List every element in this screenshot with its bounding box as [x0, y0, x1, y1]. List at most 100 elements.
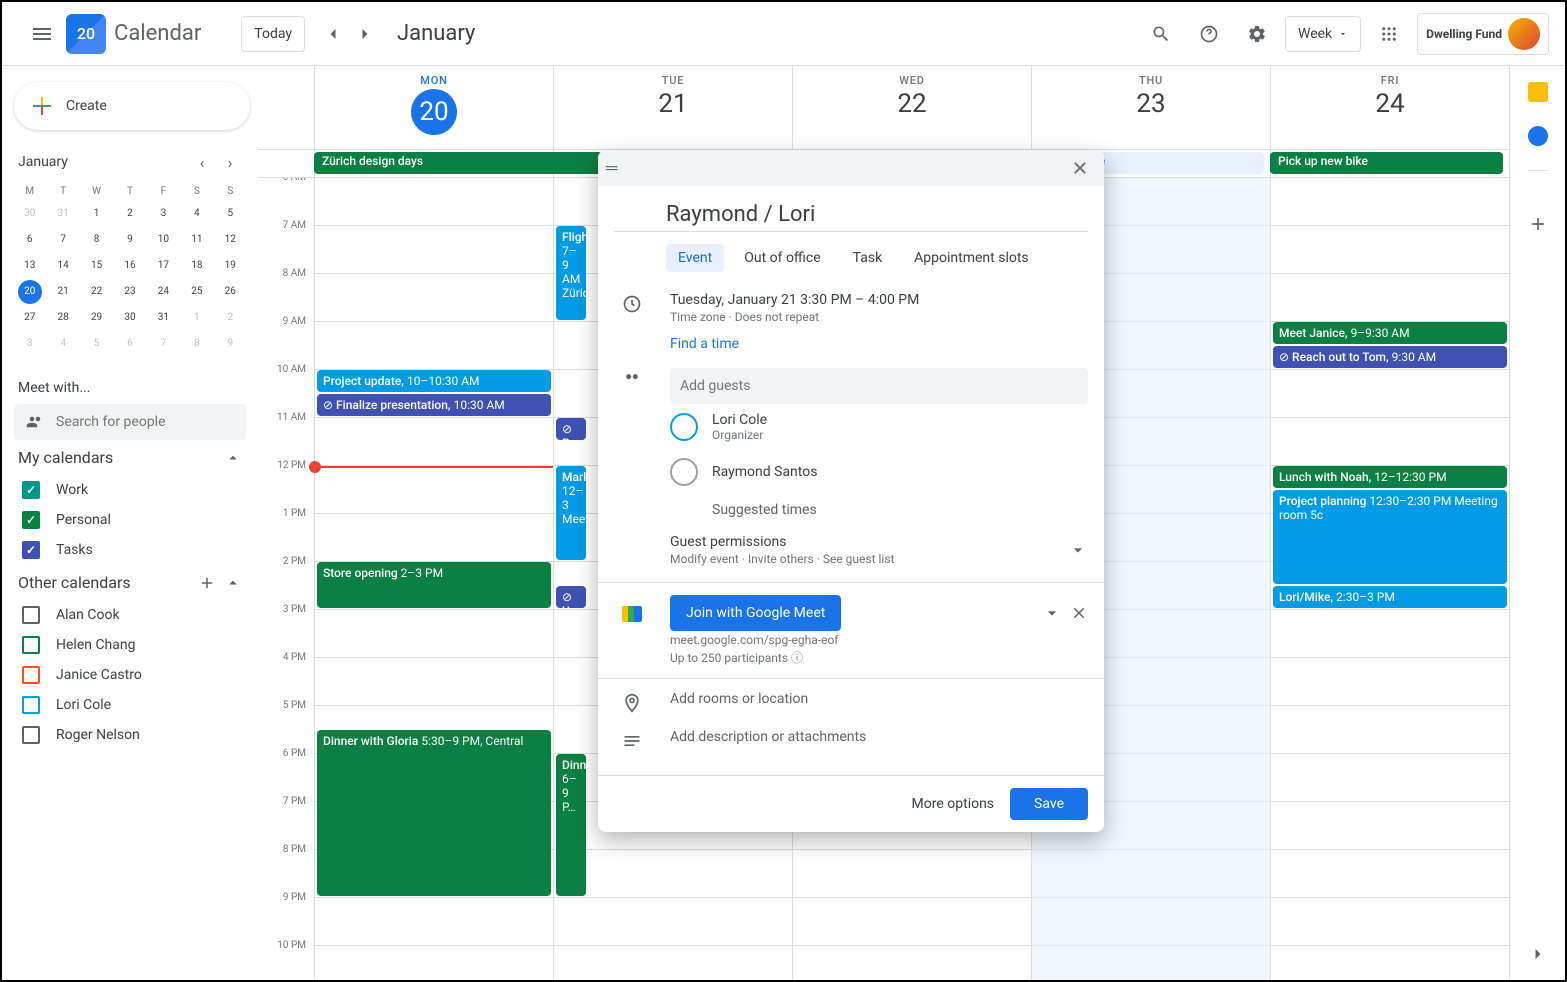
mini-day[interactable]: 30 — [118, 306, 142, 330]
mini-day[interactable]: 15 — [85, 254, 109, 278]
mini-day[interactable]: 31 — [151, 306, 175, 330]
event-title-input[interactable] — [614, 202, 1088, 232]
mini-day[interactable]: 25 — [185, 280, 209, 304]
calendar-checkbox[interactable] — [22, 636, 40, 654]
tasks-icon[interactable] — [1528, 126, 1548, 146]
mini-day[interactable]: 31 — [51, 202, 75, 226]
mini-day[interactable]: 17 — [151, 254, 175, 278]
drag-handle-icon[interactable]: ═ — [606, 158, 617, 178]
mini-day[interactable]: 4 — [51, 332, 75, 356]
mini-day[interactable]: 2 — [218, 306, 242, 330]
day-column[interactable]: Meet Janice, 9–9:30 AM⊘ Reach out to Tom… — [1270, 178, 1509, 980]
add-addon-icon[interactable] — [1528, 214, 1548, 234]
mini-next-button[interactable]: › — [218, 150, 242, 174]
day-header[interactable]: TUE21 — [553, 66, 792, 149]
event-tz-repeat[interactable]: Time zone · Does not repeat — [670, 310, 1088, 324]
org-account-badge[interactable]: Dwelling Fund — [1417, 13, 1549, 55]
chevron-right-icon[interactable] — [1528, 944, 1548, 964]
keep-icon[interactable] — [1528, 82, 1548, 102]
calendar-event[interactable]: Dinner with Gloria 5:30–9 PM, Central — [317, 730, 551, 896]
my-calendars-toggle[interactable]: My calendars — [10, 440, 250, 475]
event-type-tab[interactable]: Task — [841, 244, 895, 272]
help-icon[interactable] — [1189, 14, 1229, 54]
calendar-item[interactable]: Personal — [18, 505, 242, 535]
more-options-link[interactable]: More options — [912, 796, 995, 812]
join-meet-button[interactable]: Join with Google Meet — [670, 595, 841, 631]
main-menu-button[interactable] — [18, 10, 66, 58]
mini-day[interactable]: 3 — [151, 202, 175, 226]
event-type-tab[interactable]: Event — [666, 244, 724, 272]
add-location-field[interactable]: Add rooms or location — [670, 691, 1088, 713]
mini-day[interactable]: 5 — [85, 332, 109, 356]
mini-day[interactable]: 1 — [85, 202, 109, 226]
chevron-down-icon[interactable] — [1068, 540, 1088, 560]
calendar-item[interactable]: Lori Cole — [18, 690, 242, 720]
search-people-input[interactable] — [56, 414, 234, 430]
calendar-event[interactable]: ⊘ Finalize presentation, 10:30 AM — [317, 394, 551, 416]
mini-day[interactable]: 18 — [185, 254, 209, 278]
mini-day[interactable]: 5 — [218, 202, 242, 226]
calendar-checkbox[interactable] — [22, 726, 40, 744]
view-switcher[interactable]: Week — [1285, 16, 1361, 52]
calendar-checkbox[interactable] — [22, 606, 40, 624]
calendar-event[interactable]: Store opening 2–3 PM — [317, 562, 551, 608]
calendar-event[interactable]: ⊘ Pre… — [556, 418, 586, 440]
day-column[interactable]: Project update, 10–10:30 AM⊘ Finalize pr… — [314, 178, 553, 980]
mini-day[interactable]: 16 — [118, 254, 142, 278]
add-guests-input[interactable] — [670, 368, 1088, 404]
mini-day[interactable]: 2 — [118, 202, 142, 226]
calendar-checkbox[interactable] — [22, 481, 40, 499]
mini-day[interactable]: 28 — [51, 306, 75, 330]
event-type-tab[interactable]: Out of office — [732, 244, 832, 272]
suggested-times-link[interactable]: Suggested times — [670, 494, 1088, 518]
calendar-event[interactable]: Lori/Mike, 2:30–3 PM — [1273, 586, 1507, 608]
add-calendar-icon[interactable] — [198, 574, 216, 592]
guest-item[interactable]: Raymond Santos — [670, 450, 1088, 494]
save-button[interactable]: Save — [1010, 788, 1088, 820]
chevron-down-icon[interactable] — [1042, 603, 1062, 623]
mini-day[interactable]: 3 — [18, 332, 42, 356]
settings-gear-icon[interactable] — [1237, 14, 1277, 54]
remove-meet-icon[interactable] — [1070, 604, 1088, 622]
mini-prev-button[interactable]: ‹ — [190, 150, 214, 174]
next-week-button[interactable] — [349, 18, 381, 50]
other-calendars-toggle[interactable]: Other calendars — [10, 565, 250, 600]
mini-day[interactable]: 1 — [185, 306, 209, 330]
day-header[interactable]: FRI24 — [1270, 66, 1509, 149]
mini-day[interactable]: 10 — [151, 228, 175, 252]
calendar-event[interactable]: Flight 7–9 AM Zürich — [556, 226, 586, 320]
mini-day[interactable]: 21 — [51, 280, 75, 304]
mini-day[interactable]: 8 — [85, 228, 109, 252]
search-icon[interactable] — [1141, 14, 1181, 54]
mini-day[interactable]: 14 — [51, 254, 75, 278]
calendar-event[interactable]: Dinne… 6–9 P… — [556, 754, 586, 896]
calendar-event[interactable]: Project update, 10–10:30 AM — [317, 370, 551, 392]
add-description-field[interactable]: Add description or attachments — [670, 729, 1088, 751]
mini-day[interactable]: 19 — [218, 254, 242, 278]
mini-day[interactable]: 6 — [118, 332, 142, 356]
mini-day[interactable]: 13 — [18, 254, 42, 278]
calendar-checkbox[interactable] — [22, 666, 40, 684]
mini-day[interactable]: 6 — [18, 228, 42, 252]
search-people-field[interactable] — [14, 404, 246, 440]
mini-day[interactable]: 24 — [151, 280, 175, 304]
day-header[interactable]: THU23 — [1031, 66, 1270, 149]
mini-day[interactable]: 7 — [51, 228, 75, 252]
mini-day[interactable]: 29 — [85, 306, 109, 330]
calendar-event[interactable]: Marke… 12–3 Meeti… — [556, 466, 586, 560]
calendar-item[interactable]: Tasks — [18, 535, 242, 565]
mini-day[interactable]: 9 — [118, 228, 142, 252]
calendar-event[interactable]: ⊘ Up… — [556, 586, 586, 608]
mini-day[interactable]: 30 — [18, 202, 42, 226]
calendar-checkbox[interactable] — [22, 511, 40, 529]
today-button[interactable]: Today — [241, 16, 305, 52]
find-time-link[interactable]: Find a time — [670, 336, 1088, 352]
calendar-item[interactable]: Work — [18, 475, 242, 505]
calendar-checkbox[interactable] — [22, 696, 40, 714]
mini-day[interactable]: 7 — [151, 332, 175, 356]
mini-day[interactable]: 26 — [218, 280, 242, 304]
calendar-event[interactable]: ⊘ Reach out to Tom, 9:30 AM — [1273, 346, 1507, 368]
close-button[interactable] — [1064, 152, 1096, 184]
mini-day[interactable]: 11 — [185, 228, 209, 252]
calendar-item[interactable]: Roger Nelson — [18, 720, 242, 750]
